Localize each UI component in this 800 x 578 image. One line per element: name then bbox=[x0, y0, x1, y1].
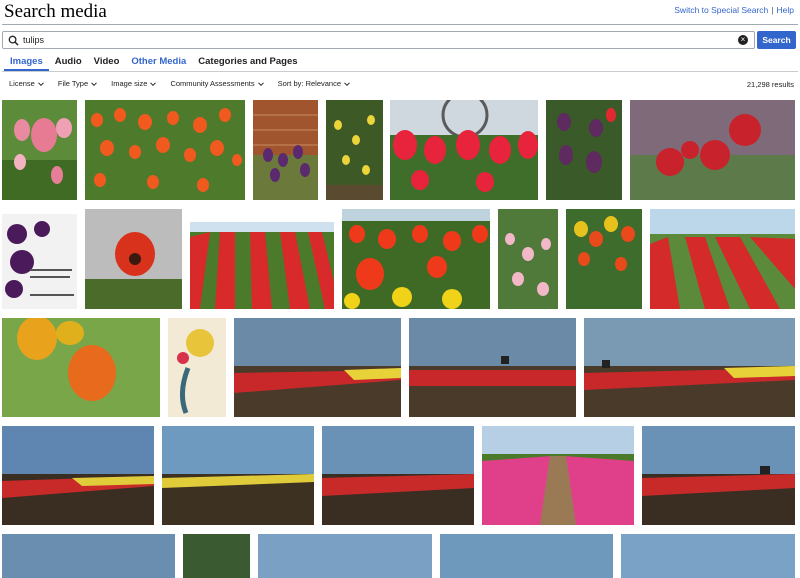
media-tabs: Images Audio Video Other Media Categorie… bbox=[4, 55, 304, 71]
tabs-divider bbox=[2, 71, 798, 72]
image-result[interactable] bbox=[322, 426, 474, 525]
image-result[interactable] bbox=[2, 426, 154, 525]
image-result[interactable] bbox=[440, 534, 613, 578]
image-result[interactable] bbox=[621, 534, 795, 578]
filter-community-assessments[interactable]: Community Assessments bbox=[170, 79, 264, 88]
image-result[interactable] bbox=[498, 209, 558, 309]
filter-file-type[interactable]: File Type bbox=[57, 79, 98, 88]
tab-video[interactable]: Video bbox=[88, 55, 126, 71]
search-box[interactable]: × bbox=[2, 31, 755, 49]
image-result[interactable] bbox=[566, 209, 642, 309]
filter-sort-label: Sort by: Relevance bbox=[277, 79, 342, 88]
filter-bar: License File Type Image size Community A… bbox=[9, 79, 364, 88]
image-result[interactable] bbox=[584, 318, 795, 417]
chevron-down-icon bbox=[38, 81, 44, 86]
image-result[interactable] bbox=[2, 534, 175, 578]
search-button[interactable]: Search bbox=[757, 31, 796, 49]
image-result[interactable] bbox=[482, 426, 634, 525]
image-result[interactable] bbox=[2, 214, 77, 309]
image-result[interactable] bbox=[326, 100, 383, 200]
image-result[interactable] bbox=[162, 426, 314, 525]
chevron-down-icon bbox=[257, 81, 264, 86]
image-result[interactable] bbox=[253, 100, 318, 200]
filter-community-assessments-label: Community Assessments bbox=[170, 79, 255, 88]
image-result[interactable] bbox=[390, 100, 538, 200]
chevron-down-icon bbox=[150, 81, 157, 86]
filter-image-size[interactable]: Image size bbox=[111, 79, 157, 88]
chevron-down-icon bbox=[91, 81, 98, 86]
image-result[interactable] bbox=[234, 318, 401, 417]
switch-to-special-search-link[interactable]: Switch to Special Search bbox=[674, 5, 768, 15]
tab-images[interactable]: Images bbox=[4, 55, 49, 71]
image-result[interactable] bbox=[168, 318, 226, 417]
help-link[interactable]: Help bbox=[777, 5, 794, 15]
image-result[interactable] bbox=[258, 534, 432, 578]
tab-categories-and-pages[interactable]: Categories and Pages bbox=[192, 55, 303, 71]
title-divider bbox=[2, 24, 798, 25]
image-result[interactable] bbox=[409, 318, 576, 417]
filter-sort[interactable]: Sort by: Relevance bbox=[278, 79, 350, 88]
search-bar: × Search bbox=[2, 31, 796, 49]
filter-file-type-label: File Type bbox=[57, 79, 89, 88]
image-result[interactable] bbox=[650, 209, 795, 309]
image-result[interactable] bbox=[342, 209, 490, 309]
image-result[interactable] bbox=[2, 318, 160, 417]
filter-image-size-label: Image size bbox=[111, 79, 148, 88]
tab-other-media[interactable]: Other Media bbox=[125, 55, 192, 71]
image-result[interactable] bbox=[2, 100, 77, 200]
filter-license-label: License bbox=[9, 79, 35, 88]
image-result[interactable] bbox=[85, 209, 182, 309]
image-result[interactable] bbox=[642, 426, 795, 525]
tab-audio[interactable]: Audio bbox=[49, 55, 88, 71]
chevron-down-icon bbox=[344, 81, 350, 86]
link-separator: | bbox=[771, 5, 774, 15]
results-count: 21,298 results bbox=[746, 80, 794, 89]
search-input[interactable] bbox=[23, 33, 723, 47]
image-result[interactable] bbox=[630, 100, 795, 200]
clear-icon[interactable]: × bbox=[738, 35, 748, 45]
image-result[interactable] bbox=[190, 222, 334, 309]
page-title: Search media bbox=[4, 1, 107, 22]
filter-license[interactable]: License bbox=[9, 79, 44, 88]
search-icon bbox=[8, 35, 19, 46]
image-result[interactable] bbox=[85, 100, 245, 200]
top-links: Switch to Special Search | Help bbox=[674, 5, 794, 15]
image-result[interactable] bbox=[546, 100, 622, 200]
image-result[interactable] bbox=[183, 534, 250, 578]
